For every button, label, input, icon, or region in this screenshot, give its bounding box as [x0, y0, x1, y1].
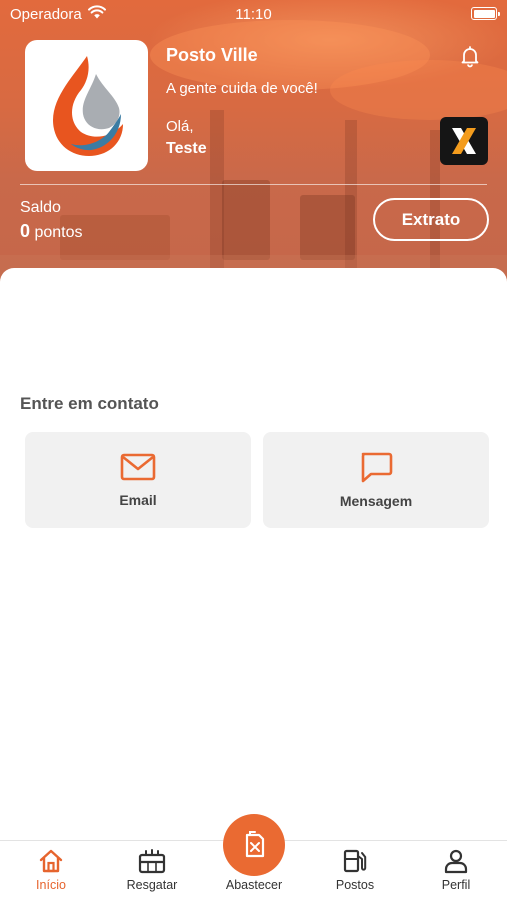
tab-inicio[interactable]: Início	[11, 841, 91, 900]
tab-resgatar[interactable]: Resgatar	[112, 841, 192, 900]
home-icon	[39, 849, 63, 873]
message-label: Mensagem	[339, 493, 413, 509]
bell-icon[interactable]	[458, 44, 482, 68]
balance-label: Saldo	[20, 199, 61, 216]
fuel-can-icon	[245, 831, 265, 858]
bottom-tab-bar: Início Resgatar Abastecer Postos Perfil	[0, 814, 507, 900]
statement-button[interactable]: Extrato	[373, 198, 489, 241]
chat-bubble-icon	[361, 452, 393, 483]
fuel-pump-icon	[343, 849, 367, 873]
partner-badge[interactable]	[440, 117, 488, 165]
header-banner: Operadora 11:10 Posto Ville A gente cuid…	[0, 0, 507, 300]
tab-label: Resgatar	[126, 878, 178, 892]
drop-logo-icon	[52, 55, 123, 156]
battery-icon	[471, 7, 500, 20]
tab-postos[interactable]: Postos	[315, 841, 395, 900]
tab-label: Abastecer	[225, 878, 283, 892]
contact-section-title: Entre em contato	[20, 394, 159, 413]
status-bar: Operadora 11:10	[0, 0, 507, 28]
background-pump	[222, 180, 270, 260]
email-label: Email	[119, 492, 157, 508]
station-logo	[25, 40, 148, 171]
greeting-label: Olá,	[166, 118, 194, 135]
tab-label: Perfil	[441, 878, 471, 892]
balance-points: 0	[20, 221, 31, 241]
tab-abastecer[interactable]: Abastecer	[214, 814, 294, 900]
balance-value: 0 pontos	[20, 221, 83, 242]
x-logo-icon	[452, 128, 476, 154]
message-contact-button[interactable]: Mensagem	[263, 432, 489, 528]
station-name: Posto Ville	[166, 45, 258, 65]
main-content: Entre em contato Email Mensagem	[0, 268, 507, 840]
envelope-icon	[120, 453, 156, 481]
gift-icon	[138, 849, 166, 874]
balance-unit: pontos	[34, 224, 83, 241]
clock: 11:10	[235, 6, 272, 23]
header-divider	[20, 184, 487, 185]
user-name: Teste	[166, 140, 207, 157]
background-pump	[300, 195, 355, 260]
abastecer-button[interactable]	[223, 814, 285, 876]
tab-label: Postos	[335, 878, 375, 892]
station-tagline: A gente cuida de você!	[166, 80, 318, 97]
email-contact-button[interactable]: Email	[25, 432, 251, 528]
tab-perfil[interactable]: Perfil	[416, 841, 496, 900]
user-icon	[444, 849, 468, 874]
background-canopy	[330, 60, 507, 120]
tab-label: Início	[36, 878, 66, 892]
